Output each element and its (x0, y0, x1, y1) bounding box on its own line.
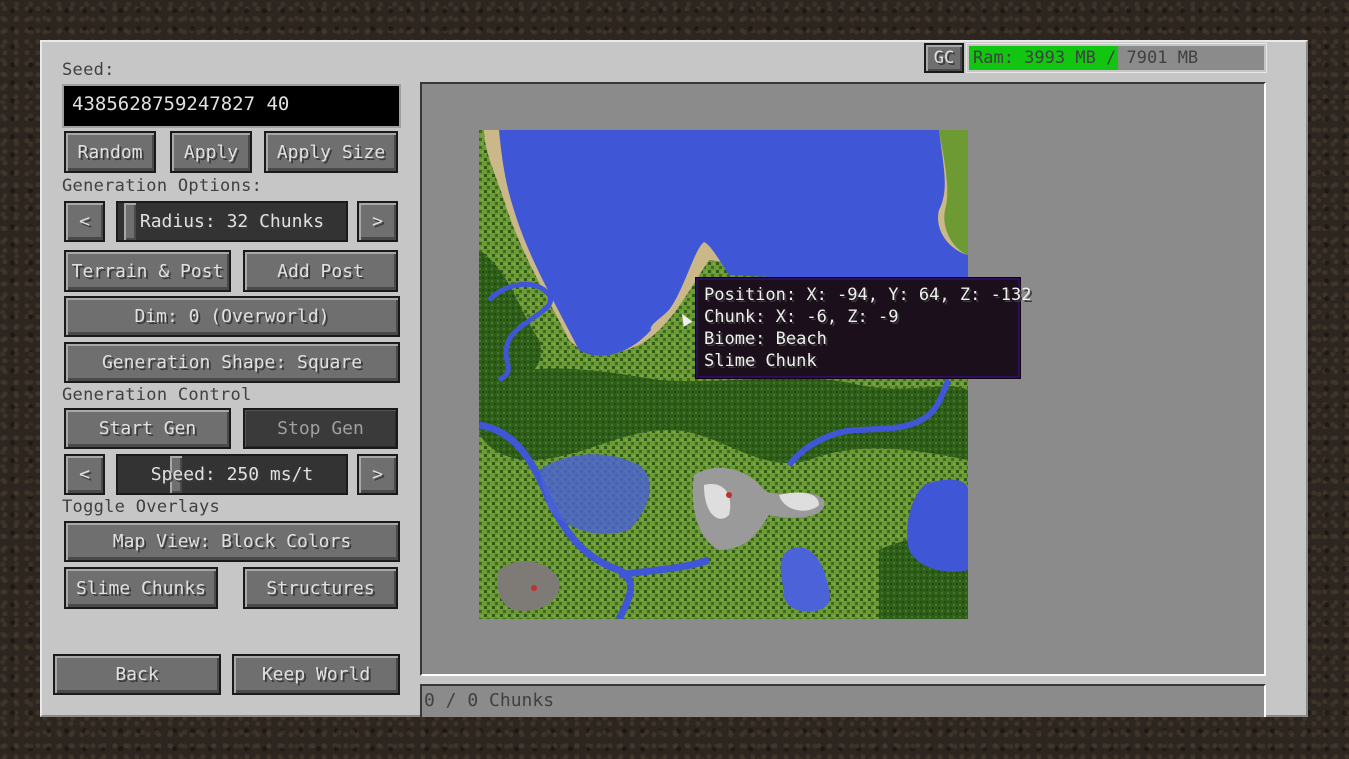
apply-size-button[interactable]: Apply Size (264, 131, 398, 173)
start-gen-button[interactable]: Start Gen (64, 408, 231, 449)
radius-slider-thumb[interactable] (124, 203, 137, 240)
chevron-right-icon: > (372, 464, 383, 485)
radius-increase-button[interactable]: > (357, 201, 398, 242)
radius-decrease-button[interactable]: < (64, 201, 105, 242)
map-view-button[interactable]: Map View: Block Colors (64, 521, 400, 562)
tooltip-slime: Slime Chunk (704, 351, 817, 371)
apply-seed-button[interactable]: Apply (170, 131, 252, 173)
gc-button[interactable]: GC (924, 43, 964, 73)
seed-label: Seed: (62, 60, 115, 80)
structures-button[interactable]: Structures (243, 567, 398, 609)
radius-slider-label: Radius: 32 Chunks (139, 211, 325, 232)
generation-shape-button[interactable]: Generation Shape: Square (64, 342, 400, 383)
speed-slider[interactable]: Speed: 250 ms/t (116, 454, 348, 495)
chunk-status-bar: 0 / 0 Chunks (420, 684, 1266, 717)
chunk-count: 0 / 0 Chunks (424, 690, 555, 711)
speed-slider-label: Speed: 250 ms/t (150, 464, 314, 485)
terrain-post-button[interactable]: Terrain & Post (64, 250, 231, 292)
stop-gen-button[interactable]: Stop Gen (243, 408, 398, 449)
toggle-overlays-label: Toggle Overlays (62, 497, 221, 517)
structure-marker (531, 585, 537, 591)
slime-chunks-button[interactable]: Slime Chunks (64, 567, 218, 609)
chevron-left-icon: < (79, 211, 90, 232)
tooltip-biome: Biome: Beach (704, 329, 827, 349)
generation-control-label: Generation Control (62, 385, 252, 405)
seed-input[interactable]: 4385628759247827 40 (62, 84, 401, 128)
seed-value: 4385628759247827 40 (72, 93, 290, 115)
generation-options-label: Generation Options: (62, 176, 263, 196)
village-marker (726, 492, 732, 498)
tooltip-position: Position: X: -94, Y: 64, Z: -132 (704, 285, 1032, 305)
chevron-right-icon: > (372, 211, 383, 232)
add-post-button[interactable]: Add Post (243, 250, 398, 292)
chevron-left-icon: < (79, 464, 90, 485)
ram-usage-bar: Ram: 3993 MB / 7901 MB (967, 44, 1266, 72)
map-tooltip: Position: X: -94, Y: 64, Z: -132 Chunk: … (696, 278, 1032, 378)
dimension-button[interactable]: Dim: 0 (Overworld) (64, 296, 400, 337)
speed-increase-button[interactable]: > (357, 454, 398, 495)
keep-world-button[interactable]: Keep World (232, 654, 400, 695)
random-seed-button[interactable]: Random (64, 131, 156, 173)
radius-slider[interactable]: Radius: 32 Chunks (116, 201, 348, 242)
ram-usage-text: Ram: 3993 MB / 7901 MB (973, 48, 1199, 68)
back-button[interactable]: Back (53, 654, 221, 695)
speed-decrease-button[interactable]: < (64, 454, 105, 495)
tooltip-chunk: Chunk: X: -6, Z: -9 (704, 307, 899, 327)
